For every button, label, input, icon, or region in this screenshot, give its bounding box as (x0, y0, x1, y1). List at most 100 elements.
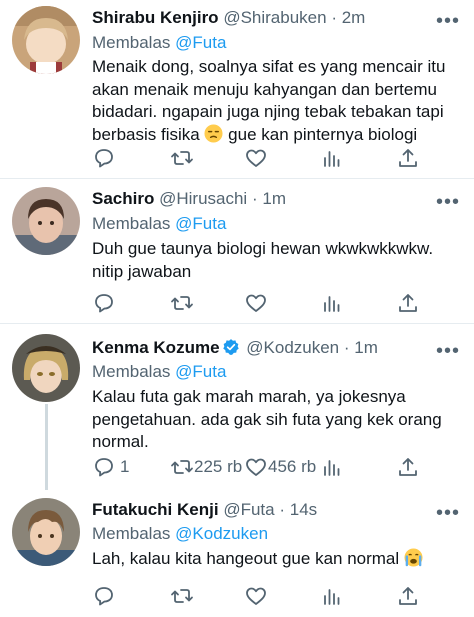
thread-line (45, 404, 48, 490)
analytics-button[interactable] (320, 455, 344, 479)
tweet-header: Futakuchi Kenji @Futa · 14s (92, 500, 462, 524)
tweet-header: Kenma Kozume @Kodzuken · 1m (92, 338, 462, 362)
analytics-button[interactable] (320, 146, 344, 170)
separator-dot: · (343, 338, 350, 357)
more-options-icon[interactable]: ••• (436, 192, 460, 212)
display-name[interactable]: Futakuchi Kenji (92, 500, 219, 519)
timestamp[interactable]: 14s (290, 500, 317, 519)
unamused-face-emoji (204, 123, 223, 143)
mention-link[interactable]: @Futa (175, 362, 226, 381)
user-handle[interactable]: @Shirabuken (223, 8, 326, 27)
separator-dot: · (251, 189, 258, 208)
mention-link[interactable]: @Futa (175, 214, 226, 233)
retweet-button[interactable] (170, 584, 194, 608)
tweet-actions (92, 146, 432, 172)
more-options-icon[interactable]: ••• (436, 503, 460, 523)
like-count: 456 rb (268, 457, 317, 476)
replying-to-label: Membalas (92, 214, 171, 233)
reply-icon (95, 458, 113, 477)
timestamp[interactable]: 1m (354, 338, 378, 357)
share-button[interactable] (396, 584, 420, 608)
verified-badge-icon (222, 339, 239, 355)
share-icon (399, 458, 417, 476)
like-button[interactable] (244, 146, 268, 170)
reply-icon (95, 294, 113, 313)
analytics-icon (324, 589, 340, 605)
crying-face-emoji (404, 548, 423, 567)
display-name[interactable]: Kenma Kozume (92, 338, 220, 357)
like-button[interactable] (244, 291, 268, 315)
heart-icon (246, 458, 266, 476)
share-icon (399, 587, 417, 605)
share-icon (399, 294, 417, 312)
tweet-sachiro[interactable]: Sachiro @Hirusachi · 1m ••• Membalas @Fu… (0, 179, 474, 323)
tweet-header: Sachiro @Hirusachi · 1m (92, 189, 462, 213)
tweet-header: Shirabu Kenjiro @Shirabuken · 2m (92, 8, 462, 32)
more-options-icon[interactable]: ••• (436, 341, 460, 361)
retweet-button[interactable] (170, 146, 194, 170)
reply-count: 1 (120, 457, 130, 476)
tweet-shirabu[interactable]: Shirabu Kenjiro @Shirabuken · 2m ••• Mem… (0, 0, 474, 178)
separator-dot: · (331, 8, 337, 27)
mention-link[interactable]: @Futa (175, 33, 226, 52)
replying-to: Membalas @Futa (92, 362, 226, 382)
retweet-icon (171, 589, 193, 603)
retweet-icon (171, 151, 193, 165)
replying-to-label: Membalas (92, 33, 171, 52)
mention-link[interactable]: @Kodzuken (175, 524, 268, 543)
analytics-icon (324, 296, 340, 312)
tweet-text: Kalau futa gak marah marah, ya jokesnya … (92, 387, 442, 451)
reply-button[interactable]: 1 (92, 455, 129, 479)
tweet-actions (92, 291, 432, 317)
replying-to: Membalas @Kodzuken (92, 524, 268, 544)
heart-icon (246, 587, 266, 605)
like-button[interactable] (244, 584, 268, 608)
retweet-icon (171, 460, 193, 474)
replying-to-label: Membalas (92, 362, 171, 381)
user-handle[interactable]: @Hirusachi (159, 189, 247, 208)
retweet-icon (171, 296, 193, 310)
avatar[interactable] (12, 187, 80, 255)
share-button[interactable] (396, 455, 420, 479)
retweet-button[interactable] (170, 291, 194, 315)
analytics-icon (324, 460, 340, 476)
replying-to: Membalas @Futa (92, 33, 226, 53)
share-icon (399, 149, 417, 167)
more-options-icon[interactable]: ••• (436, 11, 460, 31)
tweet-actions (92, 584, 432, 610)
tweet-futakuchi[interactable]: Futakuchi Kenji @Futa · 14s ••• Membalas… (0, 490, 474, 617)
analytics-button[interactable] (320, 584, 344, 608)
heart-icon (246, 294, 266, 312)
replying-to: Membalas @Futa (92, 214, 226, 234)
heart-icon (246, 149, 266, 167)
tweet-text: Duh gue taunya biologi hewan wkwkwkkwkw.… (92, 239, 434, 281)
tweet-text-part: Lah, kalau kita hangeout gue kan normal (92, 549, 404, 568)
share-button[interactable] (396, 291, 420, 315)
retweet-button[interactable]: 225 rb (170, 455, 242, 479)
tweet-text: Menaik dong, soalnya sifat es yang menca… (92, 56, 452, 146)
analytics-icon (324, 151, 340, 167)
retweet-count: 225 rb (194, 457, 243, 476)
reply-button[interactable] (92, 291, 116, 315)
avatar[interactable] (12, 6, 80, 74)
reply-icon (95, 149, 113, 168)
replying-to-label: Membalas (92, 524, 171, 543)
tweet-text-part: gue kan pinternya biologi (223, 124, 418, 144)
avatar[interactable] (12, 498, 80, 566)
timestamp[interactable]: 2m (342, 8, 366, 27)
reply-button[interactable] (92, 146, 116, 170)
avatar[interactable] (12, 334, 80, 402)
user-handle[interactable]: @Kodzuken (246, 338, 339, 357)
reply-icon (95, 587, 113, 606)
share-button[interactable] (396, 146, 420, 170)
user-handle[interactable]: @Futa (223, 500, 274, 519)
reply-button[interactable] (92, 584, 116, 608)
timestamp[interactable]: 1m (262, 189, 286, 208)
analytics-button[interactable] (320, 291, 344, 315)
tweet-text: Lah, kalau kita hangeout gue kan normal (92, 548, 452, 571)
display-name[interactable]: Sachiro (92, 189, 154, 208)
separator-dot: · (279, 500, 285, 519)
tweet-kenma[interactable]: Kenma Kozume @Kodzuken · 1m ••• Membalas… (0, 324, 474, 490)
like-button[interactable]: 456 rb (244, 455, 316, 479)
display-name[interactable]: Shirabu Kenjiro (92, 8, 219, 27)
